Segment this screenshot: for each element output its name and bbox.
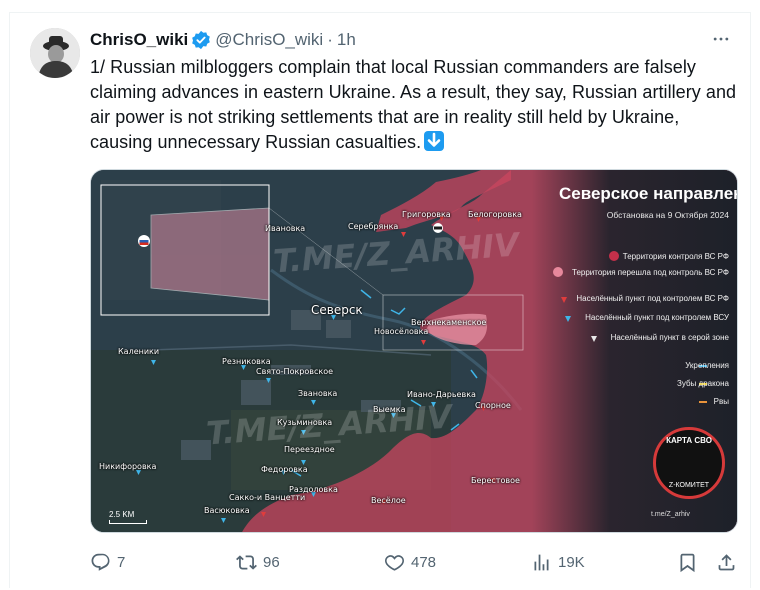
scale-label: 2.5 KM xyxy=(109,510,135,519)
place-label: Кузьминовка xyxy=(277,418,333,427)
handle[interactable]: @ChrisO_wiki xyxy=(215,30,323,50)
place-label: Верхнекаменское xyxy=(411,318,487,327)
bookmark-button[interactable] xyxy=(677,550,698,574)
verified-badge-icon xyxy=(191,30,211,50)
down-arrow-emoji-icon xyxy=(424,131,445,151)
bookmark-icon xyxy=(680,553,695,572)
like-button[interactable]: 478 xyxy=(384,550,436,574)
avatar[interactable] xyxy=(30,28,80,78)
reply-button[interactable]: 7 xyxy=(90,550,125,574)
tweet-body: 1/ Russian milbloggers complain that loc… xyxy=(90,57,737,152)
place-label: Никифоровка xyxy=(99,462,157,471)
place-label: Выемка xyxy=(373,405,406,414)
tweet-text: 1/ Russian milbloggers complain that loc… xyxy=(90,55,745,155)
heart-icon xyxy=(385,554,404,571)
place-label: Григоровка xyxy=(402,210,451,219)
action-bar: 7 96 478 19K xyxy=(90,550,745,574)
place-label: Весёлое xyxy=(371,496,406,505)
place-label: Новосёловка xyxy=(374,327,429,336)
place-label: Звановка xyxy=(298,389,338,398)
legend-item: Рвы xyxy=(713,397,729,406)
place-label: Спорное xyxy=(475,401,511,410)
legend-item: Территория контроля ВС РФ xyxy=(622,252,729,261)
display-name[interactable]: ChrisO_wiki xyxy=(90,30,188,50)
repost-button[interactable]: 96 xyxy=(236,550,280,574)
place-label: Свято-Покровское xyxy=(256,367,334,376)
share-button[interactable] xyxy=(716,550,737,574)
legend-item: Укрепления xyxy=(685,361,729,370)
legend-item: Населённый пункт в серой зоне xyxy=(610,333,729,342)
place-label: Федоровка xyxy=(261,465,308,474)
place-label: Ивано-Дарьевка xyxy=(407,390,476,399)
karta-svo-logo: КАРТА СВО Z-КОМИТЕТ xyxy=(653,427,725,499)
timestamp[interactable]: 1h xyxy=(337,30,356,50)
scale-bar xyxy=(109,520,147,524)
views-count: 19K xyxy=(558,553,585,571)
place-label: Белогоровка xyxy=(468,210,522,219)
channel-label: t.me/Z_arhiv xyxy=(651,511,690,518)
share-icon xyxy=(718,553,735,570)
legend-item: Населённый пункт под контролем ВСУ xyxy=(585,313,729,322)
place-label: Ивановка xyxy=(265,224,306,233)
place-label: Резниковка xyxy=(222,357,271,366)
repost-icon xyxy=(236,554,257,570)
legend-item: Территория перешла под контроль ВС РФ xyxy=(572,268,729,277)
repost-count: 96 xyxy=(263,553,280,571)
map-title: Северское направление xyxy=(559,184,737,203)
reply-icon xyxy=(91,553,110,571)
legend-item: Населённый пункт под контролем ВС РФ xyxy=(576,294,729,303)
place-label: Северск xyxy=(311,303,363,317)
tweet-header: ChrisO_wiki @ChrisO_wiki · 1h xyxy=(90,29,356,51)
place-label: Каленики xyxy=(118,347,160,356)
map-subtitle: Обстановка на 9 Октября 2024 xyxy=(606,210,729,220)
map-image[interactable]: T.ME/Z_ARHIV T.ME/Z_ARHIV Ивановка Сереб… xyxy=(90,169,738,533)
place-label: Серебрянка xyxy=(348,222,399,231)
views-icon xyxy=(534,554,549,570)
like-count: 478 xyxy=(411,553,437,571)
more-options-icon[interactable] xyxy=(708,28,734,50)
views-button[interactable]: 19K xyxy=(531,550,585,574)
place-label: Сакко-и Ванцетти xyxy=(229,493,306,502)
reply-count: 7 xyxy=(117,553,126,571)
separator-dot: · xyxy=(327,30,333,49)
legend-item: Зубы дракона xyxy=(677,379,729,388)
map-graphic xyxy=(91,170,737,532)
place-label: Переездное xyxy=(284,445,335,454)
place-label: Берестовое xyxy=(471,476,520,485)
place-label: Васюковка xyxy=(204,506,250,515)
